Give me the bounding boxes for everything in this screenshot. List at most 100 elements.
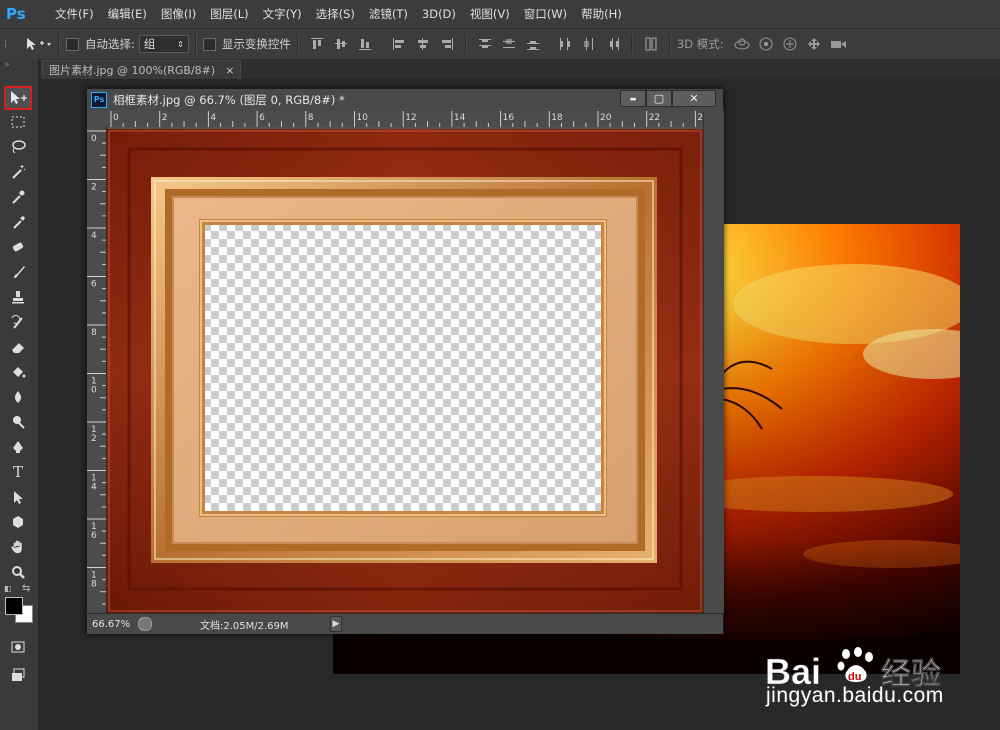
menu-image[interactable]: 图像(I) xyxy=(154,6,203,22)
crop-tool[interactable] xyxy=(6,186,30,208)
hand-tool[interactable] xyxy=(6,536,30,558)
eraser-tool[interactable] xyxy=(6,336,30,358)
3d-roll-icon[interactable] xyxy=(756,36,776,52)
menu-select[interactable]: 选择(S) xyxy=(309,6,362,22)
menu-type[interactable]: 文字(Y) xyxy=(256,6,309,22)
distribute-right-icon[interactable] xyxy=(605,36,621,52)
ruler-ticks: 024681012141618 xyxy=(87,130,106,605)
align-bottom-icon[interactable] xyxy=(357,36,373,52)
shape-tool[interactable] xyxy=(6,511,30,533)
type-icon: T xyxy=(12,463,23,481)
distribute-vcenter-icon[interactable] xyxy=(501,36,517,52)
status-menu-arrow[interactable]: ▶ xyxy=(330,616,342,632)
close-icon[interactable]: × xyxy=(225,64,234,77)
tools-panel: » T ◧ ⇆ xyxy=(0,59,39,730)
history-brush-tool[interactable] xyxy=(6,311,30,333)
eraser-icon xyxy=(12,343,24,353)
magic-wand-tool[interactable] xyxy=(6,161,30,183)
transform-controls-checkbox[interactable] xyxy=(202,37,216,51)
document-canvas[interactable] xyxy=(107,127,703,613)
default-colors-icon[interactable]: ◧ xyxy=(4,584,12,593)
brush-tool[interactable] xyxy=(6,261,30,283)
3d-pan-icon[interactable] xyxy=(780,36,800,52)
marquee-tool[interactable] xyxy=(6,111,30,133)
document-window[interactable]: Ps 相框素材.jpg @ 66.7% (图层 0, RGB/8#) * ▬ ▢… xyxy=(86,88,724,634)
foreground-color-swatch[interactable] xyxy=(5,597,23,615)
pen-tool[interactable] xyxy=(6,436,30,458)
vertical-scrollbar[interactable] xyxy=(703,111,724,613)
lasso-icon xyxy=(12,140,26,154)
document-tab[interactable]: 图片素材.jpg @ 100%(RGB/8#) × xyxy=(42,60,242,79)
ruler-label: 2 xyxy=(162,113,168,123)
pen-icon xyxy=(13,441,23,453)
maximize-button[interactable]: ▢ xyxy=(646,90,672,107)
3d-slide-icon[interactable] xyxy=(804,36,824,52)
status-info-icon[interactable] xyxy=(138,617,152,631)
ruler-origin[interactable] xyxy=(87,111,108,128)
move-tool-preset-icon[interactable] xyxy=(22,35,52,53)
ruler-label: 20 xyxy=(600,113,612,123)
auto-select-label: 自动选择: xyxy=(85,37,135,51)
menu-3d[interactable]: 3D(D) xyxy=(415,7,463,21)
align-vcenter-icon[interactable] xyxy=(333,36,349,52)
menu-filter[interactable]: 滤镜(T) xyxy=(362,6,415,22)
screen-mode-button[interactable] xyxy=(6,664,30,686)
menu-bar: Ps 文件(F) 编辑(E) 图像(I) 图层(L) 文字(Y) 选择(S) 滤… xyxy=(0,0,1000,28)
menu-edit[interactable]: 编辑(E) xyxy=(101,6,154,22)
move-tool[interactable] xyxy=(4,86,32,110)
align-top-icon[interactable] xyxy=(309,36,325,52)
ruler-label: 22 xyxy=(649,113,660,123)
options-grip[interactable]: ⁞ xyxy=(4,39,22,50)
path-selection-tool[interactable] xyxy=(6,486,30,508)
distribute-bottom-icon[interactable] xyxy=(525,36,541,52)
menu-window[interactable]: 窗口(W) xyxy=(517,6,574,22)
photoshop-doc-icon: Ps xyxy=(91,92,107,108)
eyedropper-tool[interactable] xyxy=(6,211,30,233)
distribute-top-icon[interactable] xyxy=(477,36,493,52)
auto-select-dropdown[interactable]: 组 ⇕ xyxy=(138,35,189,53)
blur-tool[interactable] xyxy=(6,386,30,408)
document-titlebar[interactable]: Ps 相框素材.jpg @ 66.7% (图层 0, RGB/8#) * ▬ ▢… xyxy=(87,89,723,111)
zoom-tool[interactable] xyxy=(6,561,30,583)
paint-bucket-icon xyxy=(13,367,26,378)
3d-orbit-icon[interactable] xyxy=(732,36,752,52)
auto-align-layers-icon[interactable] xyxy=(643,36,659,52)
swap-colors-icon[interactable]: ⇆ xyxy=(22,583,30,594)
status-bar: 66.67% 文档:2.05M/2.69M ▶ xyxy=(87,613,723,634)
clone-stamp-tool[interactable] xyxy=(6,286,30,308)
ruler-label: 0 xyxy=(113,113,119,123)
menu-layer[interactable]: 图层(L) xyxy=(203,6,255,22)
paint-bucket-tool[interactable] xyxy=(6,361,30,383)
options-bar: ⁞ 自动选择: 组 ⇕ 显示变换控件 3D 模式: xyxy=(0,28,1000,60)
align-right-icon[interactable] xyxy=(439,36,455,52)
panel-collapse-icon[interactable]: » xyxy=(4,60,10,70)
align-hcenter-icon[interactable] xyxy=(415,36,431,52)
ruler-label: 6 xyxy=(259,113,265,123)
photo-frame-image xyxy=(107,129,703,613)
dodge-tool[interactable] xyxy=(6,411,30,433)
paw-icon: du xyxy=(837,647,873,683)
zoom-level-field[interactable]: 66.67% xyxy=(92,619,136,630)
horizontal-ruler[interactable]: 024681012141618202224 xyxy=(107,111,703,128)
menu-help[interactable]: 帮助(H) xyxy=(574,6,629,22)
healing-icon xyxy=(12,242,24,252)
type-tool[interactable]: T xyxy=(6,461,30,483)
healing-brush-tool[interactable] xyxy=(6,236,30,258)
lasso-tool[interactable] xyxy=(6,136,30,158)
minimize-icon: ▬ xyxy=(629,94,637,103)
minimize-button[interactable]: ▬ xyxy=(620,90,646,107)
magic-wand-icon xyxy=(12,165,26,179)
close-button[interactable]: ✕ xyxy=(672,90,716,107)
align-left-icon[interactable] xyxy=(391,36,407,52)
vertical-ruler[interactable]: 024681012141618 xyxy=(87,127,107,613)
auto-select-checkbox[interactable] xyxy=(66,37,79,51)
menu-view[interactable]: 视图(V) xyxy=(463,6,517,22)
menu-file[interactable]: 文件(F) xyxy=(48,6,101,22)
quick-mask-button[interactable] xyxy=(6,636,30,658)
photoshop-logo: Ps xyxy=(6,5,26,23)
ruler-label: 4 xyxy=(210,113,216,123)
ruler-label: 14 xyxy=(454,113,466,123)
3d-scale-icon[interactable] xyxy=(828,36,848,52)
distribute-left-icon[interactable] xyxy=(557,36,573,52)
distribute-hcenter-icon[interactable] xyxy=(581,36,597,52)
